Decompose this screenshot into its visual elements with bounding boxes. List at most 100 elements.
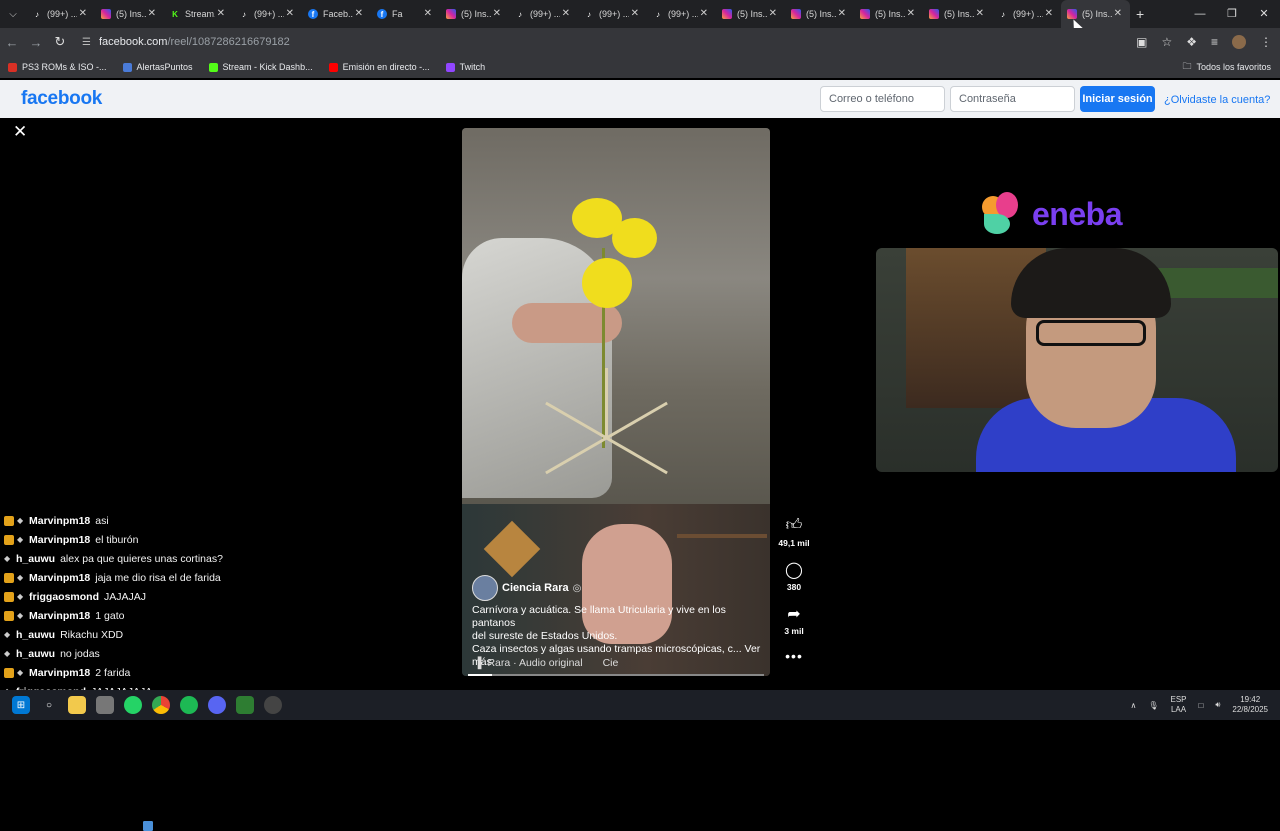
browser-tab[interactable]: f Fa ✕ — [371, 0, 440, 28]
profile-avatar-icon[interactable] — [1232, 35, 1246, 49]
wall-sign — [483, 520, 541, 578]
new-tab-plus-icon[interactable]: + — [1136, 6, 1144, 22]
cast-icon[interactable]: ▣ — [1136, 35, 1147, 49]
tray-chevron-icon[interactable]: ∧ — [1130, 701, 1136, 710]
bookmark-item[interactable]: AlertasPuntos — [122, 62, 193, 72]
volume-icon[interactable]: 🔊︎ — [1215, 700, 1220, 710]
tab-title: (5) Ins... — [737, 9, 767, 19]
spotify-icon[interactable] — [180, 696, 198, 714]
sponsor-overlay: eneba — [978, 190, 1122, 238]
site-info-icon[interactable]: ☰ — [82, 37, 91, 48]
tab-close-icon[interactable]: ✕ — [769, 8, 777, 19]
chrome-icon[interactable] — [152, 696, 170, 714]
tab-close-icon[interactable]: ✕ — [1045, 8, 1053, 19]
clock[interactable]: 19:42 22/8/2025 — [1232, 695, 1268, 715]
bookmark-item[interactable]: Twitch — [445, 62, 485, 72]
video-progress-bar[interactable] — [468, 674, 764, 676]
network-icon[interactable]: □ — [1199, 701, 1204, 710]
minimize-icon[interactable]: — — [1184, 0, 1216, 28]
comment-action[interactable]: ◯ 380 — [774, 560, 814, 592]
reel-video[interactable]: Ciencia Rara ◎ Carnívora y acuática. Se … — [462, 128, 770, 676]
browser-tab[interactable]: ♪ (99+) ... ✕ — [233, 0, 302, 28]
tab-close-icon[interactable]: ✕ — [838, 8, 846, 19]
bookmark-label: AlertasPuntos — [136, 62, 193, 72]
facebook-logo[interactable]: facebook — [21, 88, 102, 110]
reload-icon[interactable]: ↻ — [48, 34, 72, 50]
email-field[interactable]: Correo o teléfono — [820, 86, 945, 112]
tab-close-icon[interactable]: ✕ — [700, 8, 708, 19]
file-explorer-icon[interactable] — [68, 696, 86, 714]
bookmark-item[interactable]: PS3 ROMs & ISO -... — [8, 62, 107, 72]
url-omnibox[interactable]: ☰ facebook.com/reel/1087286216679182 — [82, 36, 290, 48]
tiktok-icon: ♪ — [242, 9, 246, 19]
tab-close-icon[interactable]: ✕ — [631, 8, 639, 19]
whatsapp-icon[interactable] — [124, 696, 142, 714]
browser-tab[interactable]: ♪ (99+) ... ✕ — [26, 0, 95, 28]
tab-close-icon[interactable]: ✕ — [562, 8, 570, 19]
browser-tab[interactable]: ♪ (99+) ... ✕ — [647, 0, 716, 28]
tab-close-icon[interactable]: ✕ — [493, 8, 501, 19]
discord-icon[interactable] — [208, 696, 226, 714]
windows-start-icon[interactable]: ⊞ — [12, 696, 30, 714]
obs-icon[interactable] — [264, 696, 282, 714]
tab-close-icon[interactable]: ✕ — [148, 8, 156, 19]
tab-close-icon[interactable]: ✕ — [355, 8, 363, 19]
close-icon[interactable]: ✕ — [13, 122, 27, 142]
crown-badge-icon — [4, 572, 14, 583]
language-indicator[interactable]: ESP LAA — [1171, 695, 1187, 715]
page-avatar[interactable] — [472, 575, 498, 601]
close-window-icon[interactable]: ✕ — [1248, 0, 1280, 28]
back-arrow-icon[interactable]: ← — [0, 35, 24, 50]
browser-tab[interactable]: (5) Ins... ✕ — [440, 0, 509, 28]
forward-arrow-icon[interactable]: → — [24, 35, 48, 50]
tab-close-icon[interactable]: ✕ — [286, 8, 294, 19]
chat-message: ◆ Marvinpm18 el tiburón — [0, 530, 300, 549]
reel-page-row[interactable]: Ciencia Rara ◎ — [472, 575, 581, 601]
browser-tab[interactable]: K Stream...✕ — [164, 0, 233, 28]
bookmark-favicon-icon — [208, 62, 218, 72]
page-name[interactable]: Ciencia Rara — [502, 582, 569, 594]
login-button[interactable]: Iniciar sesión — [1080, 86, 1155, 112]
microphone-icon[interactable]: 🎙︎ — [1148, 701, 1158, 710]
clock-time: 19:42 — [1240, 695, 1261, 704]
chat-message: ◆ Marvinpm18 1 gato — [0, 606, 300, 625]
share-action[interactable]: ➦ 3 mil — [774, 604, 814, 636]
bookmark-item[interactable]: Stream - Kick Dashb... — [208, 62, 313, 72]
browser-tab[interactable]: (5) Ins... ✕ — [923, 0, 992, 28]
browser-tab[interactable]: (5) Ins... ✕ — [716, 0, 785, 28]
bookmark-item[interactable]: Emisión en directo -... — [328, 62, 430, 72]
forgot-account-link[interactable]: ¿Olvidaste la cuenta? — [1164, 94, 1270, 106]
tab-close-icon[interactable]: ✕ — [1114, 8, 1122, 19]
restore-icon[interactable]: ❐ — [1216, 0, 1248, 28]
browser-tab[interactable]: ♪ (99+) ... ✕ — [578, 0, 647, 28]
bookmark-star-icon[interactable]: ☆ — [1161, 35, 1172, 49]
browser-menu-icon[interactable]: ⋮ — [1260, 35, 1272, 49]
tab-close-icon[interactable]: ✕ — [976, 8, 984, 19]
media-queue-icon[interactable]: ≡ — [1211, 35, 1218, 49]
extensions-puzzle-icon[interactable]: ❖ — [1186, 35, 1197, 49]
tab-close-icon[interactable]: ✕ — [424, 8, 432, 19]
audio-row[interactable]: ▐ Rara · Audio original Cie — [474, 657, 618, 669]
like-action[interactable]: 👍︎ 49,1 mil — [774, 516, 814, 548]
browser-tab[interactable]: (5) Ins... ✕ — [95, 0, 164, 28]
tab-close-icon[interactable]: ✕ — [79, 8, 87, 19]
password-field[interactable]: Contraseña — [950, 86, 1075, 112]
chat-text: 2 farida — [95, 666, 131, 679]
tab-title: (99+) ... — [1013, 9, 1043, 19]
more-options-icon[interactable]: ••• — [774, 648, 814, 664]
browser-tab[interactable]: ♪ (99+) ... ✕ — [992, 0, 1061, 28]
browser-tab[interactable]: f Faceb... ✕ — [302, 0, 371, 28]
browser-tab[interactable]: (5) Ins... ✕ — [854, 0, 923, 28]
app-icon[interactable] — [96, 696, 114, 714]
tab-close-icon[interactable]: ✕ — [217, 8, 225, 19]
browser-tab[interactable]: (5) Ins... ✕ — [785, 0, 854, 28]
all-bookmarks-folder[interactable]: 🗀 Todos los favoritos — [1182, 56, 1271, 78]
browser-tab[interactable]: ♪ (99+) ... ✕ — [509, 0, 578, 28]
tab-close-icon[interactable]: ✕ — [907, 8, 915, 19]
flower-bloom — [582, 258, 632, 308]
search-icon[interactable]: ○ — [40, 696, 58, 714]
platform-badge-icon: ◆ — [17, 667, 24, 677]
app-icon[interactable] — [236, 696, 254, 714]
tab-search-chevron-icon[interactable]: ⌵ — [0, 0, 26, 28]
windows-taskbar: ⊞ ○ ∧ 🎙︎ ESP LAA □ 🔊︎ 19:42 22/8/2025 — [0, 690, 1280, 720]
